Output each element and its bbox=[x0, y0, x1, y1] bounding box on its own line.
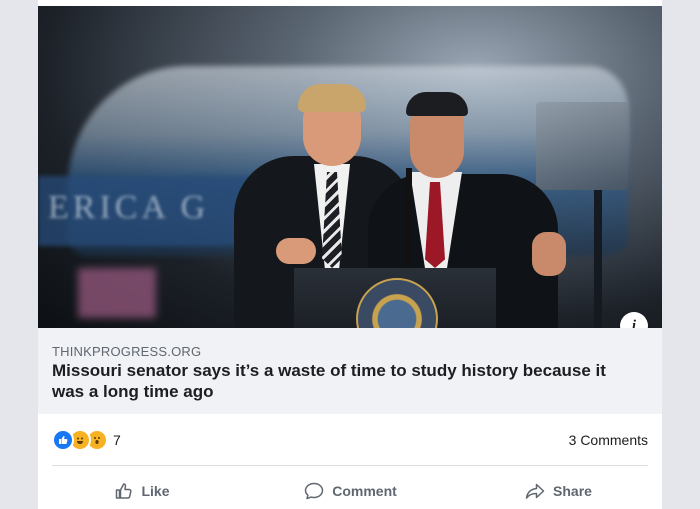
divider bbox=[52, 465, 648, 466]
action-bar: Like Comment Share bbox=[38, 472, 662, 509]
plane-lettering: ERICA G bbox=[48, 189, 210, 226]
link-domain: THINKPROGRESS.ORG bbox=[52, 344, 202, 359]
teleprompter bbox=[536, 102, 628, 190]
share-label: Share bbox=[553, 483, 592, 499]
post-image[interactable]: ERICA G bbox=[38, 6, 662, 328]
comment-icon bbox=[304, 482, 324, 500]
like-label: Like bbox=[141, 483, 170, 499]
comment-label: Comment bbox=[332, 483, 397, 499]
share-icon bbox=[525, 483, 545, 499]
post-card: ERICA G i THINKPROGRESS.ORG Missouri sen… bbox=[38, 0, 662, 509]
like-reaction-icon bbox=[52, 429, 74, 451]
comments-count[interactable]: 3 Comments bbox=[569, 432, 648, 448]
microphone bbox=[406, 168, 412, 268]
like-button[interactable]: Like bbox=[38, 472, 246, 509]
thumbs-up-icon bbox=[116, 483, 133, 499]
reaction-count: 7 bbox=[113, 432, 121, 448]
link-headline[interactable]: Missouri senator says it’s a waste of ti… bbox=[52, 360, 642, 402]
share-button[interactable]: Share bbox=[454, 472, 662, 509]
comment-button[interactable]: Comment bbox=[246, 472, 454, 509]
reactions-summary[interactable]: 7 bbox=[52, 428, 121, 452]
link-preview[interactable]: THINKPROGRESS.ORG Missouri senator says … bbox=[38, 328, 662, 414]
